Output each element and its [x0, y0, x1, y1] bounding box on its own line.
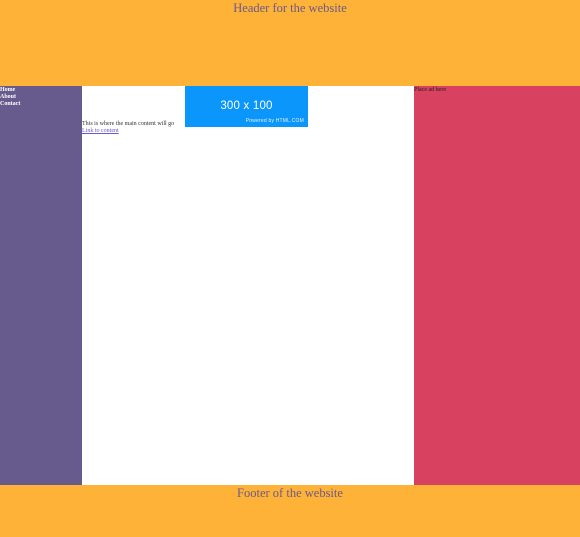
nav-link-home[interactable]: Home	[0, 87, 82, 94]
site-header: Header for the website	[0, 0, 580, 86]
main-content-text: This is where the main content will go	[82, 121, 175, 127]
ad-placeholder-text: Place ad here	[414, 87, 446, 93]
right-sidebar-ad: Place ad here	[414, 86, 580, 485]
left-sidebar-nav: Home About Contact	[0, 86, 82, 485]
header-title: Header for the website	[233, 1, 347, 15]
footer-title: Footer of the website	[237, 486, 343, 500]
ad-banner-powered-by: Powered by HTML.COM	[245, 118, 304, 124]
page: Header for the website Home About Contac…	[0, 0, 580, 537]
nav-link-about[interactable]: About	[0, 94, 82, 101]
nav-link-contact[interactable]: Contact	[0, 101, 82, 108]
site-footer: Footer of the website	[0, 485, 580, 537]
content-link[interactable]: Link to content	[82, 128, 119, 135]
ad-banner-size: 300 x 100	[220, 100, 273, 112]
ad-banner[interactable]: 300 x 100 Powered by HTML.COM	[185, 86, 308, 127]
main-content: 300 x 100 Powered by HTML.COM This is wh…	[82, 86, 414, 485]
nav-list: Home About Contact	[0, 86, 82, 108]
